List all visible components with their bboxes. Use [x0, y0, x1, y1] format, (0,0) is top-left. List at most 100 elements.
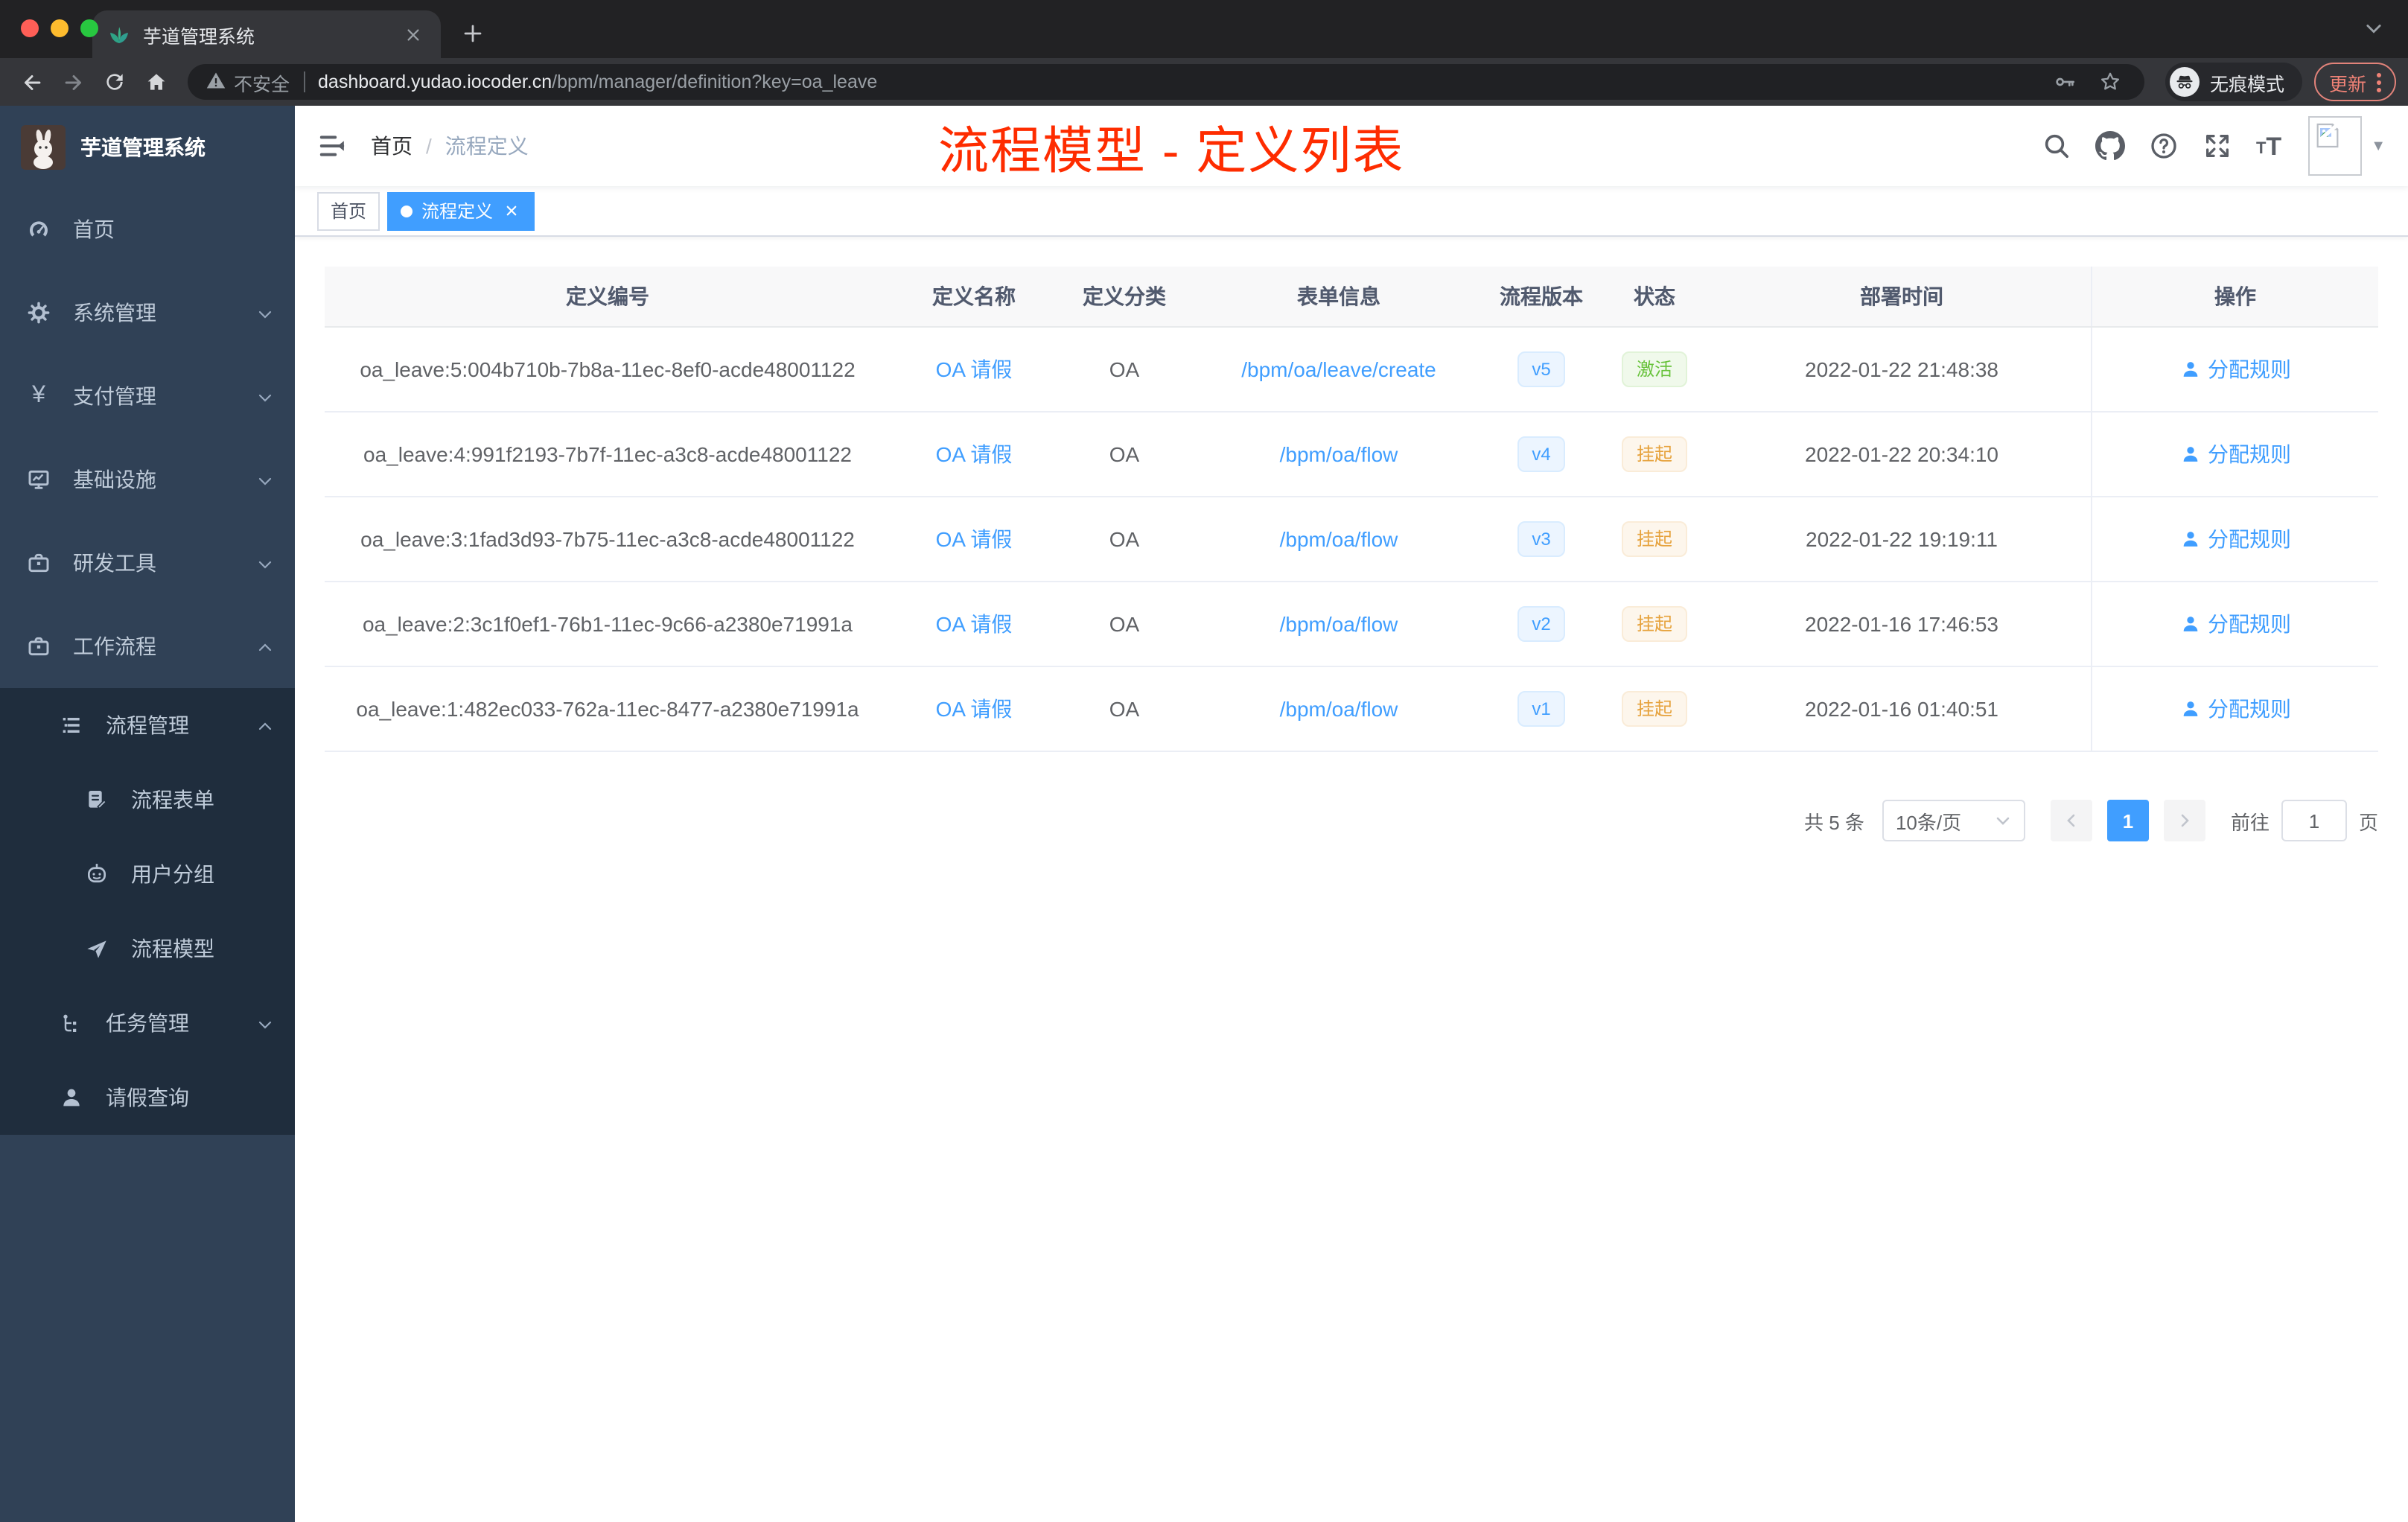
avatar-caret-icon[interactable]: ▼ — [2371, 138, 2386, 154]
definition-name-link[interactable]: OA 请假 — [936, 694, 1013, 724]
sidebar-item-label: 请假查询 — [106, 1086, 189, 1109]
github-icon[interactable] — [2095, 131, 2125, 161]
browser-toolbar: 不安全 dashboard.yudao.iocoder.cn/bpm/manag… — [0, 58, 2408, 106]
definition-id: oa_leave:3:1fad3d93-7b75-11ec-a3c8-acde4… — [360, 527, 855, 551]
gear-icon — [27, 301, 51, 325]
breadcrumb-separator: / — [426, 134, 432, 158]
sidebar-item-devtools[interactable]: 研发工具 — [0, 521, 295, 605]
minimize-window-button[interactable] — [51, 19, 69, 37]
url-domain[interactable]: dashboard.yudao.iocoder.cn — [318, 71, 552, 92]
font-size-icon[interactable]: TT — [2256, 133, 2281, 159]
tag-home[interactable]: 首页 — [317, 191, 380, 230]
table-row: oa_leave:5:004b710b-7b8a-11ec-8ef0-acde4… — [325, 328, 2378, 413]
app-logo-bar[interactable]: 芋道管理系统 — [0, 106, 295, 188]
breadcrumb-home[interactable]: 首页 — [371, 131, 413, 161]
assign-rule-link[interactable]: 分配规则 — [2179, 609, 2291, 639]
sidebar-item-process-model[interactable]: 流程模型 — [0, 911, 295, 986]
form-link[interactable]: /bpm/oa/flow — [1280, 697, 1398, 721]
status-badge: 激活 — [1621, 351, 1687, 387]
definition-id: oa_leave:2:3c1f0ef1-76b1-11ec-9c66-a2380… — [362, 612, 853, 636]
monitor-icon — [27, 468, 51, 491]
version-badge: v1 — [1517, 691, 1566, 727]
definition-name-link[interactable]: OA 请假 — [936, 609, 1013, 639]
definition-table: 定义编号 定义名称 定义分类 表单信息 流程版本 状态 部署时间 操作 oa_l… — [325, 267, 2378, 752]
new-tab-button[interactable] — [453, 13, 491, 52]
search-icon[interactable] — [2042, 131, 2071, 161]
sidebar-item-infrastructure[interactable]: 基础设施 — [0, 438, 295, 521]
back-icon[interactable] — [12, 63, 51, 101]
page-number-button[interactable]: 1 — [2106, 800, 2149, 841]
deploy-time: 2022-01-16 17:46:53 — [1805, 612, 1998, 636]
forward-icon[interactable] — [54, 63, 92, 101]
browser-update-button[interactable]: 更新 — [2313, 63, 2396, 101]
definition-category: OA — [1109, 357, 1140, 381]
assign-rule-link[interactable]: 分配规则 — [2179, 694, 2291, 724]
help-icon[interactable] — [2149, 131, 2179, 161]
close-icon[interactable] — [500, 200, 521, 221]
sidebar-item-label: 系统管理 — [73, 301, 156, 325]
sidebar-item-home[interactable]: 首页 — [0, 188, 295, 271]
sidebar-collapse-icon[interactable] — [317, 131, 347, 161]
chevron-down-icon — [256, 304, 274, 322]
deploy-time: 2022-01-16 01:40:51 — [1805, 697, 1998, 721]
definition-name-link[interactable]: OA 请假 — [936, 439, 1013, 469]
definition-name-link[interactable]: OA 请假 — [936, 354, 1013, 384]
url-path[interactable]: /bpm/manager/definition?key=oa_leave — [552, 71, 877, 92]
close-window-button[interactable] — [21, 19, 39, 37]
browser-menu-icon[interactable] — [2377, 72, 2381, 92]
page-size-select[interactable]: 10条/页 — [1882, 800, 2025, 841]
sidebar-item-label: 流程表单 — [131, 788, 214, 812]
password-key-icon[interactable] — [2049, 66, 2082, 98]
deploy-time: 2022-01-22 21:48:38 — [1805, 357, 1998, 381]
form-link[interactable]: /bpm/oa/leave/create — [1241, 357, 1436, 381]
app-logo — [21, 124, 66, 169]
chevron-down-icon — [256, 1014, 274, 1032]
assign-rule-link[interactable]: 分配规则 — [2179, 354, 2291, 384]
sidebar-item-leave-query[interactable]: 请假查询 — [0, 1060, 295, 1135]
avatar[interactable] — [2308, 116, 2363, 176]
broken-image-icon — [2316, 123, 2339, 148]
form-link[interactable]: /bpm/oa/flow — [1280, 527, 1398, 551]
sidebar-item-workflow[interactable]: 工作流程 — [0, 605, 295, 688]
page-size-value: 10条/页 — [1895, 811, 1962, 833]
user-icon — [2182, 701, 2197, 716]
user-icon — [2182, 532, 2197, 547]
prev-page-button[interactable] — [2050, 800, 2092, 841]
tag-label: 流程定义 — [421, 201, 494, 222]
window-controls[interactable] — [21, 19, 98, 37]
form-link[interactable]: /bpm/oa/flow — [1280, 442, 1398, 466]
robot-icon — [85, 862, 109, 886]
zoom-window-button[interactable] — [80, 19, 98, 37]
definition-name-link[interactable]: OA 请假 — [936, 524, 1013, 554]
tab-search-icon[interactable] — [2363, 18, 2384, 39]
update-label[interactable]: 更新 — [2329, 68, 2366, 96]
bookmark-star-icon[interactable] — [2094, 66, 2127, 98]
next-page-button[interactable] — [2163, 800, 2205, 841]
tab-close-icon[interactable] — [399, 21, 426, 48]
sidebar-item-task-management[interactable]: 任务管理 — [0, 986, 295, 1060]
assign-rule-link[interactable]: 分配规则 — [2179, 439, 2291, 469]
home-icon[interactable] — [137, 63, 176, 101]
tag-process-definition[interactable]: 流程定义 — [387, 191, 535, 230]
sidebar-item-payment[interactable]: ¥ 支付管理 — [0, 354, 295, 438]
annotation-overlay: 流程模型 - 定义列表 — [938, 124, 1405, 180]
sidebar-item-process-form[interactable]: 流程表单 — [0, 762, 295, 837]
security-label[interactable]: 不安全 — [234, 68, 290, 96]
security-warning-icon[interactable] — [206, 69, 226, 95]
status-badge: 挂起 — [1621, 521, 1687, 557]
breadcrumb: 首页 / 流程定义 — [371, 131, 529, 161]
sidebar-item-label: 用户分组 — [131, 862, 214, 886]
reload-icon[interactable] — [95, 63, 134, 101]
table-row: oa_leave:3:1fad3d93-7b75-11ec-a3c8-acde4… — [325, 497, 2378, 582]
address-bar[interactable]: 不安全 dashboard.yudao.iocoder.cn/bpm/manag… — [188, 64, 2144, 100]
sidebar-item-user-group[interactable]: 用户分组 — [0, 837, 295, 911]
sidebar-item-system[interactable]: 系统管理 — [0, 271, 295, 354]
incognito-label: 无痕模式 — [2209, 74, 2284, 95]
fullscreen-icon[interactable] — [2202, 131, 2232, 161]
browser-tab[interactable]: 芋道管理系统 — [92, 10, 441, 58]
form-link[interactable]: /bpm/oa/flow — [1280, 612, 1398, 636]
sidebar-item-process-management[interactable]: 流程管理 — [0, 688, 295, 762]
user-icon — [2182, 362, 2197, 377]
assign-rule-link[interactable]: 分配规则 — [2179, 524, 2291, 554]
goto-page-input[interactable] — [2281, 800, 2347, 841]
